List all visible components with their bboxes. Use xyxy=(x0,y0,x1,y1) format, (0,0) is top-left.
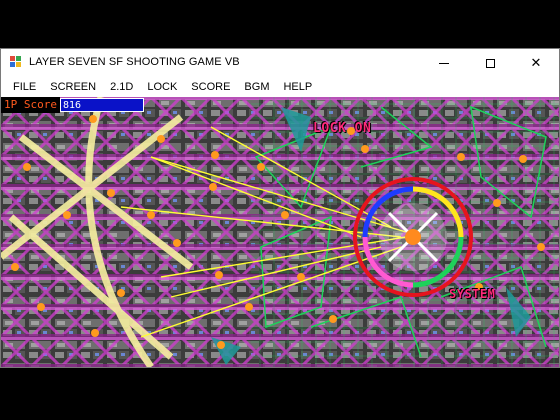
menu-lock[interactable]: LOCK xyxy=(140,77,184,97)
menu-screen[interactable]: SCREEN xyxy=(43,77,103,97)
app-icon xyxy=(10,56,22,68)
close-button[interactable]: ✕ xyxy=(513,49,559,77)
score-label: 1P Score xyxy=(1,97,60,113)
menu-help[interactable]: HELP xyxy=(276,77,319,97)
close-icon: ✕ xyxy=(530,55,542,71)
minimize-button[interactable] xyxy=(421,49,467,77)
menu-2-1d[interactable]: 2.1D xyxy=(103,77,140,97)
game-canvas[interactable]: 1P Score 816 LOCK ON SYSTEM xyxy=(1,97,559,367)
window-title: LAYER SEVEN SF SHOOTING GAME VB xyxy=(29,56,240,68)
score-value: 816 xyxy=(59,98,144,112)
menu-file[interactable]: FILE xyxy=(1,77,43,97)
menu-bgm[interactable]: BGM xyxy=(237,77,276,97)
menu-bar: FILE SCREEN 2.1D LOCK SCORE BGM HELP xyxy=(1,77,559,97)
menu-score[interactable]: SCORE xyxy=(184,77,237,97)
lock-on-text: LOCK ON xyxy=(313,121,372,136)
game-window: LAYER SEVEN SF SHOOTING GAME VB ✕ FILE S… xyxy=(0,48,560,368)
game-scene xyxy=(1,97,559,367)
title-bar[interactable]: LAYER SEVEN SF SHOOTING GAME VB ✕ xyxy=(1,49,559,77)
system-text: SYSTEM xyxy=(449,287,496,301)
maximize-icon xyxy=(485,58,495,68)
minimize-icon xyxy=(439,62,449,64)
score-hud: 1P Score 816 xyxy=(1,97,144,113)
maximize-button[interactable] xyxy=(467,49,513,77)
